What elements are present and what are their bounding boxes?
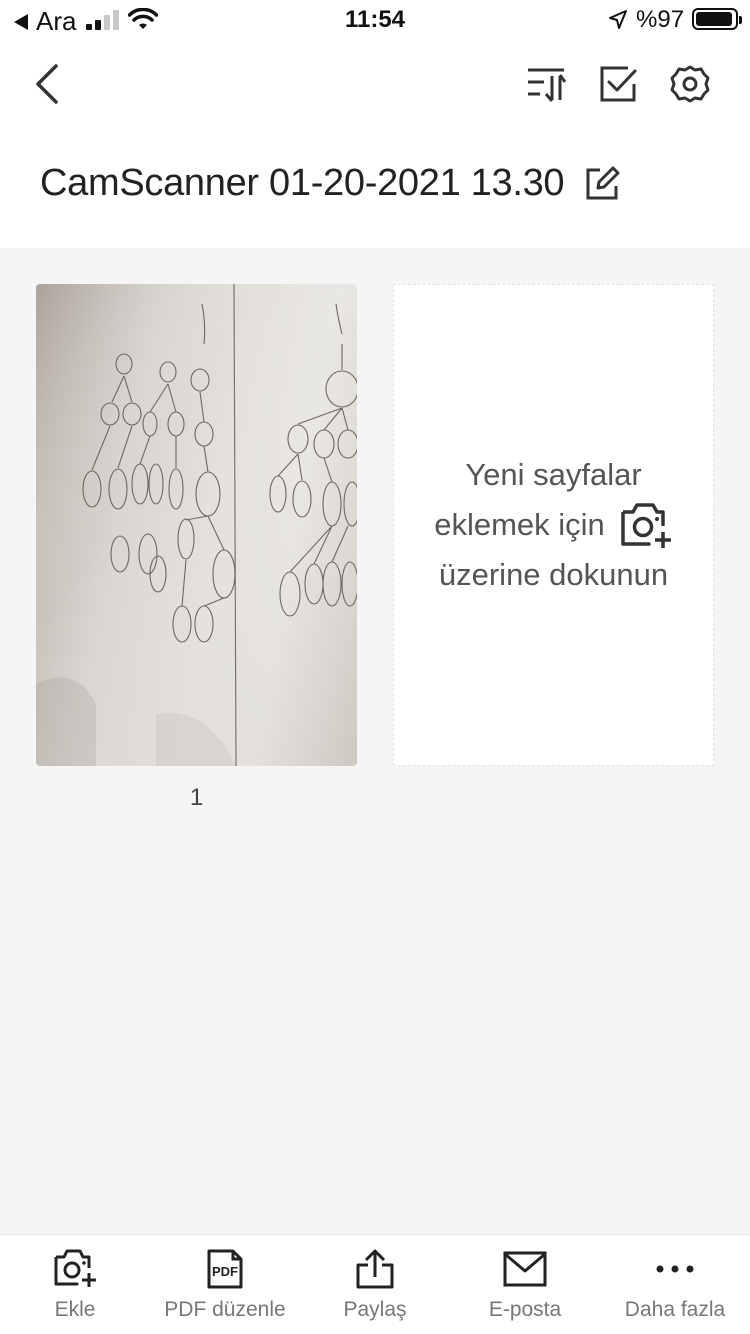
share-label: Paylaş (343, 1298, 407, 1321)
location-arrow-icon (609, 10, 627, 29)
battery-percent: %97 (636, 6, 685, 33)
more-label: Daha fazla (624, 1298, 726, 1321)
email-button[interactable]: E-posta (450, 1235, 600, 1334)
add-button[interactable]: Ekle (0, 1235, 150, 1334)
select-checkbox-icon[interactable] (598, 64, 638, 104)
add-label: Ekle (54, 1298, 96, 1321)
scanned-page-image (36, 284, 357, 766)
add-pages-line2: eklemek için (434, 507, 605, 542)
document-title: CamScanner 01-20-2021 13.30 (40, 162, 565, 204)
page-number: 1 (189, 784, 204, 811)
title-row: CamScanner 01-20-2021 13.30 (40, 162, 620, 205)
page-thumbnail[interactable] (36, 284, 357, 766)
pdf-icon: PDF (207, 1249, 243, 1289)
status-bar: Ara 11:54 %97 (0, 0, 750, 40)
bottom-toolbar: Ekle PDF PDF düzenle Paylaş E-posta Daha… (0, 1234, 750, 1334)
settings-gear-icon[interactable] (670, 64, 710, 104)
more-button[interactable]: Daha fazla (600, 1235, 750, 1334)
mail-icon (503, 1251, 547, 1287)
add-pages-line3: üzerine dokunun (438, 557, 669, 592)
battery-icon (692, 8, 742, 30)
add-pages-line1: Yeni sayfalar (465, 457, 642, 492)
add-pages-card[interactable]: Yeni sayfalar eklemek için üzerine dokun… (393, 284, 714, 766)
pdf-edit-button[interactable]: PDF PDF düzenle (150, 1235, 300, 1334)
svg-text:PDF: PDF (212, 1264, 238, 1279)
edit-icon[interactable] (584, 166, 620, 202)
share-icon (356, 1249, 394, 1289)
pdf-edit-label: PDF düzenle (164, 1298, 286, 1321)
back-chevron-icon[interactable] (30, 62, 70, 106)
header-area: Ara 11:54 %97 CamScanner 01-20-2021 13.3… (0, 0, 750, 248)
share-button[interactable]: Paylaş (300, 1235, 450, 1334)
add-pages-text: Yeni sayfalar eklemek için üzerine dokun… (434, 450, 673, 600)
email-label: E-posta (488, 1298, 562, 1321)
more-icon (656, 1265, 694, 1273)
camera-plus-icon (621, 503, 671, 548)
sort-icon[interactable] (526, 64, 566, 104)
camera-plus-icon (54, 1249, 96, 1287)
